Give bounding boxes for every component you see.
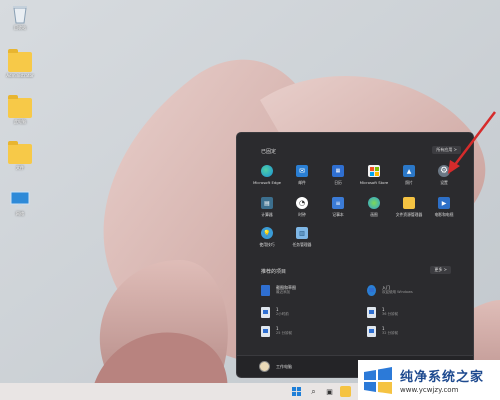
watermark: 纯净系统之家 www.ycwjzy.com — [358, 360, 500, 400]
tips-icon: 💡 — [261, 227, 273, 239]
pinned-app-tips[interactable]: 💡 使用技巧 — [250, 227, 284, 248]
getstarted-icon — [367, 285, 376, 296]
app-label: 任务管理器 — [292, 242, 312, 247]
app-label: 使用技巧 — [259, 242, 275, 247]
desktop-icon-folder[interactable]: 文件 — [0, 141, 40, 170]
avatar — [259, 361, 270, 372]
search-icon[interactable]: ⌕ — [308, 386, 319, 397]
doc-icon — [261, 307, 270, 318]
calculator-icon: ▤ — [261, 197, 273, 209]
pinned-app-photos[interactable]: ▲ 照片 — [392, 165, 426, 186]
app-label: 照片 — [405, 180, 413, 185]
doc-icon — [367, 307, 376, 318]
pinned-app-store[interactable]: Microsoft Store — [357, 165, 391, 185]
app-label: Microsoft Store — [359, 180, 389, 185]
folder-icon — [403, 197, 415, 209]
app-label: 邮件 — [298, 180, 306, 185]
desktop-icon-label: 文件 — [16, 165, 24, 170]
doc-icon — [367, 326, 376, 337]
app-label: 画图 — [370, 212, 378, 217]
desktop-icon-folder[interactable]: Administrator — [0, 49, 40, 78]
movies-icon: ▶ — [438, 197, 450, 209]
folder-icon — [8, 49, 32, 72]
pinned-app-paint[interactable]: 画图 — [357, 197, 391, 218]
task-view-icon[interactable]: ▣ — [324, 386, 335, 397]
pinned-app-calendar[interactable]: ▦ 日历 — [321, 165, 355, 186]
more-button[interactable]: 更多 > — [430, 266, 451, 274]
edge-icon — [261, 165, 273, 177]
annotation-arrow-icon — [448, 111, 496, 174]
taskmanager-icon: ▥ — [296, 227, 308, 239]
pinned-app-task-manager[interactable]: ▥ 任务管理器 — [285, 227, 319, 248]
monitor-icon — [10, 191, 30, 209]
store-icon — [368, 165, 380, 177]
pinned-app-calculator[interactable]: ▤ 计算器 — [250, 197, 284, 218]
recommended-item[interactable]: 1 32 分钟前 — [367, 326, 398, 337]
recommended-item[interactable]: 1 2小时前 — [261, 307, 289, 318]
file-explorer-taskbar-icon[interactable] — [340, 386, 351, 397]
app-label: 文件资源管理器 — [395, 212, 423, 217]
desktop-icon-label: 此电脑 — [14, 119, 26, 124]
pinned-title: 已固定 — [261, 149, 277, 155]
watermark-logo-icon — [364, 367, 392, 394]
recommended-item-subtitle: 2小时前 — [276, 312, 289, 317]
app-label: 电影和电视 — [434, 212, 454, 217]
desktop-icon-label: 回收站 — [14, 25, 26, 30]
recommended-title: 推荐的项目 — [261, 269, 287, 275]
pinned-app-clock[interactable]: ◔ 时钟 — [285, 197, 319, 218]
pinned-app-notepad[interactable]: ≡ 记事本 — [321, 197, 355, 218]
recommended-item-subtitle: 36 分钟前 — [382, 312, 399, 317]
folder-icon — [8, 141, 32, 164]
app-label: 设置 — [440, 180, 448, 185]
mail-icon: ✉ — [296, 165, 308, 177]
user-name: 工作电脑 — [276, 363, 292, 369]
start-button[interactable] — [291, 386, 302, 397]
pinned-app-movies[interactable]: ▶ 电影和电视 — [427, 197, 461, 218]
calendar-icon: ▦ — [332, 165, 344, 177]
pinned-app-file-explorer[interactable]: 文件资源管理器 — [392, 197, 426, 218]
doc-icon — [261, 326, 270, 337]
user-account-button[interactable]: 工作电脑 — [259, 361, 292, 372]
desktop-icon-recycle-bin[interactable]: 回收站 — [0, 4, 40, 30]
app-label: 计算器 — [261, 212, 273, 217]
start-menu: 已固定 所有应用 > Microsoft Edge ✉ 邮件 ▦ 日历 Micr… — [236, 132, 474, 378]
desktop-icon-label: Administrator — [6, 73, 34, 78]
desktop-icon-network[interactable]: 网络 — [0, 190, 40, 216]
recommended-item-subtitle: 最近添加 — [276, 290, 290, 295]
app-label: 记事本 — [332, 212, 344, 217]
snip-icon — [261, 285, 270, 296]
notepad-icon: ≡ — [332, 197, 344, 209]
pinned-app-mail[interactable]: ✉ 邮件 — [285, 165, 319, 186]
recommended-item[interactable]: 1 25 分钟前 — [261, 326, 292, 337]
desktop-icon-label: 网络 — [16, 211, 24, 216]
paint-icon — [368, 197, 380, 209]
recommended-item[interactable]: 入门 欢迎使用 Windows — [367, 285, 413, 296]
app-label: 日历 — [334, 180, 342, 185]
recommended-item-subtitle: 32 分钟前 — [382, 331, 399, 336]
desktop-icon-folder[interactable]: 此电脑 — [0, 95, 40, 124]
app-label: Microsoft Edge — [252, 180, 282, 185]
watermark-url: www.ycwjzy.com — [400, 386, 459, 394]
recommended-item[interactable]: 截图和草图 最近添加 — [261, 285, 296, 296]
recycle-bin-icon — [13, 6, 27, 24]
photos-icon: ▲ — [403, 165, 415, 177]
recommended-item[interactable]: 1 36 分钟前 — [367, 307, 398, 318]
recommended-item-subtitle: 25 分钟前 — [276, 331, 293, 336]
watermark-title: 纯净系统之家 — [400, 370, 485, 385]
pinned-app-edge[interactable]: Microsoft Edge — [250, 165, 284, 185]
clock-icon: ◔ — [296, 197, 308, 209]
folder-icon — [8, 95, 32, 118]
recommended-item-subtitle: 欢迎使用 Windows — [382, 290, 413, 295]
windows-icon — [292, 387, 301, 396]
app-label: 时钟 — [298, 212, 306, 217]
